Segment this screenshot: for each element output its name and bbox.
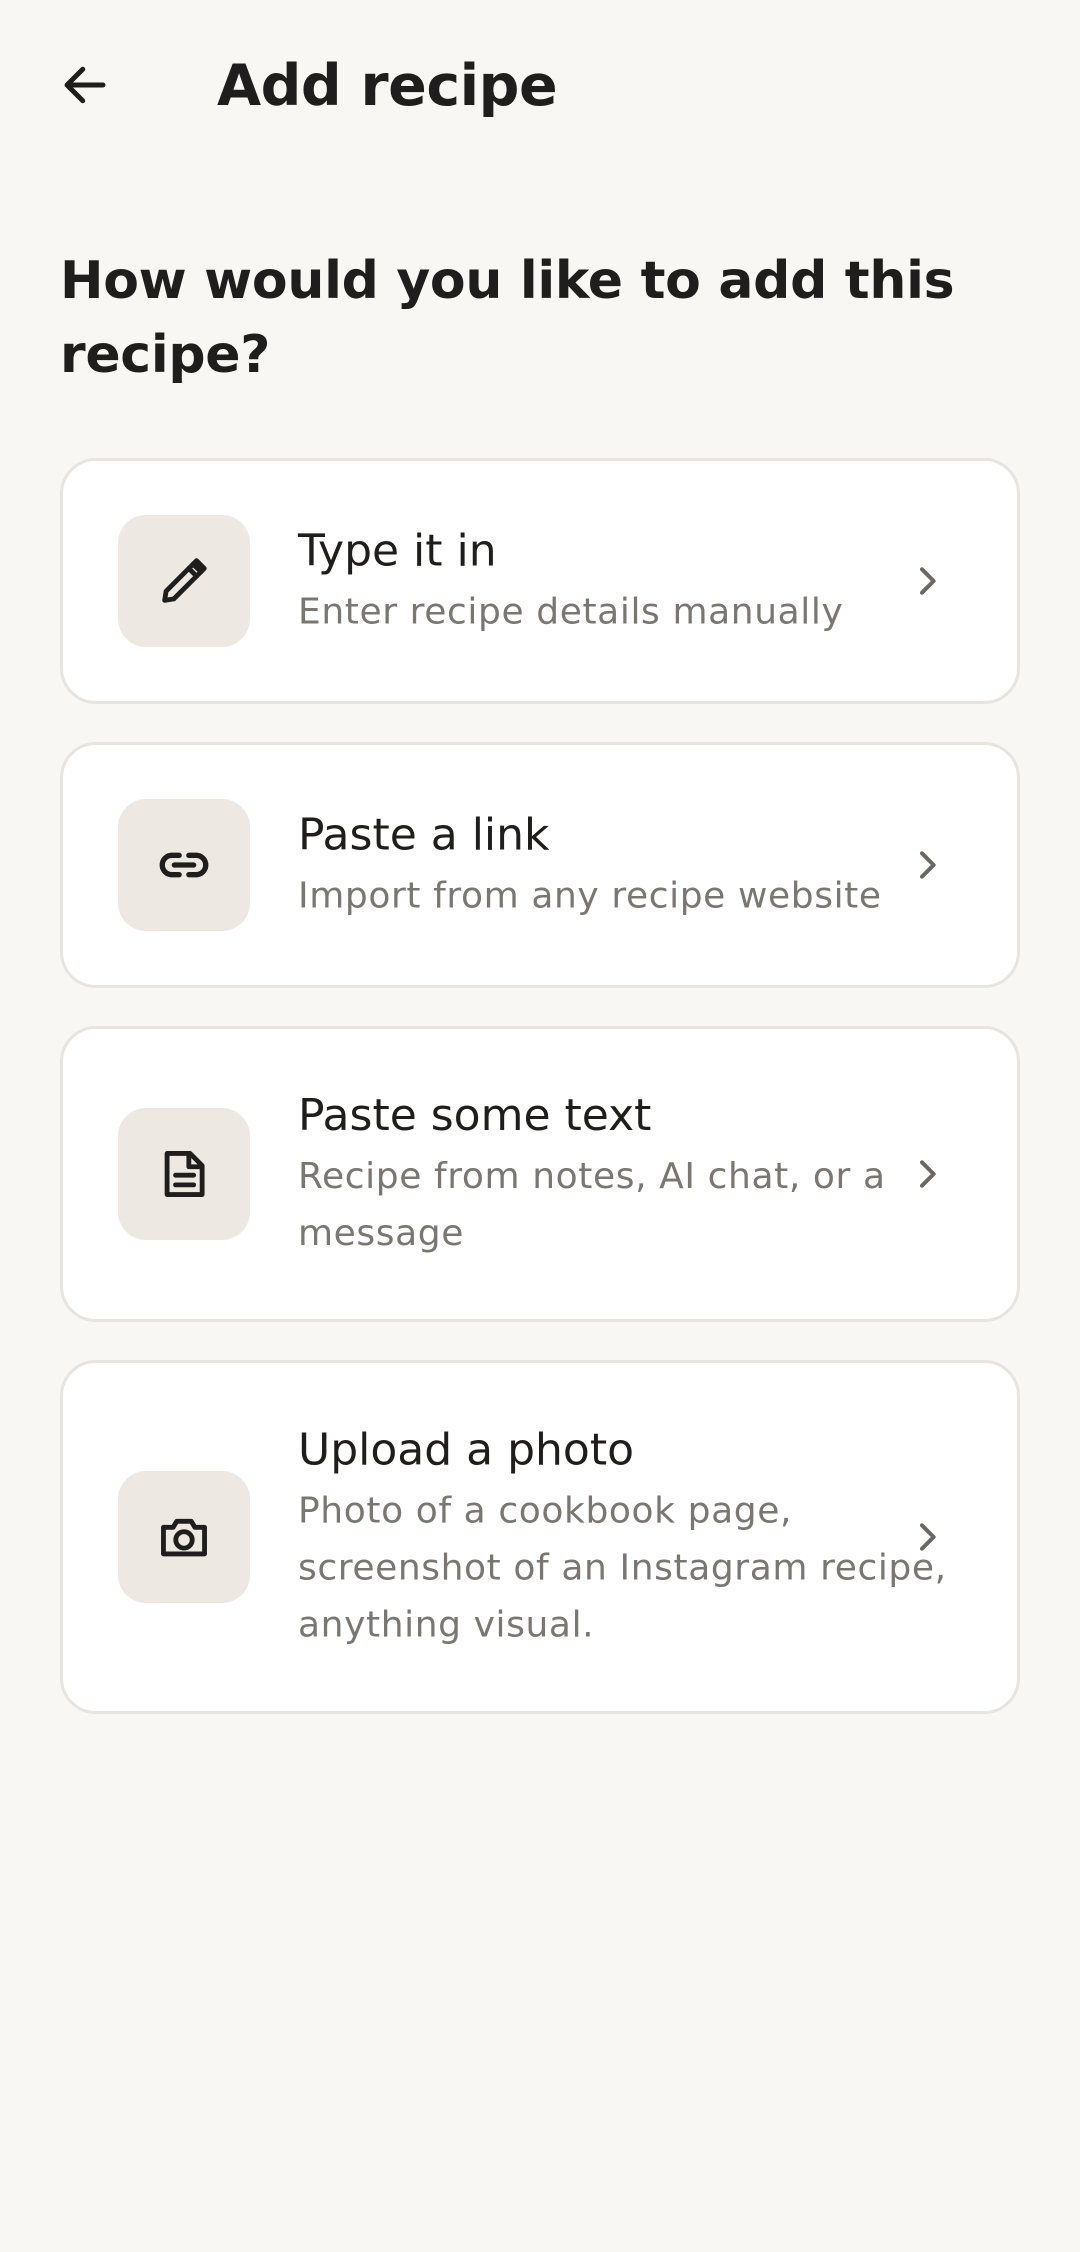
arrow-left-icon (64, 66, 106, 104)
option-title: Type it in (298, 525, 497, 577)
option-icon-tile (118, 799, 250, 931)
option-paste-link[interactable]: Paste a link Import from any recipe webs… (60, 742, 1020, 988)
pencil-icon (162, 558, 207, 603)
option-description: Recipe from notes, AI chat, or a message (298, 1156, 886, 1254)
option-title: Paste a link (298, 809, 550, 861)
link-icon (159, 852, 209, 878)
option-icon-tile (118, 1108, 250, 1240)
option-title: Upload a photo (298, 1424, 635, 1476)
chevron-right-icon (920, 1523, 936, 1551)
chevron-right-icon (920, 1160, 936, 1188)
chevron-right-icon (920, 851, 936, 879)
option-description: Enter recipe details manually (298, 591, 844, 633)
chevron-right-icon (920, 567, 936, 595)
option-description: Photo of a cookbook page, screenshot of … (298, 1490, 947, 1646)
top-bar: Add recipe (0, 0, 1080, 172)
camera-icon (161, 1518, 207, 1557)
option-paste-text[interactable]: Paste some text Recipe from notes, AI ch… (60, 1026, 1020, 1322)
back-button[interactable] (40, 40, 130, 130)
page-title: Add recipe (217, 53, 558, 119)
option-upload-photo[interactable]: Upload a photo Photo of a cookbook page,… (60, 1360, 1020, 1714)
question-heading: How would you like to add this recipe? (60, 251, 955, 385)
option-type-it-in[interactable]: Type it in Enter recipe details manually (60, 458, 1020, 704)
add-method-list: Type it in Enter recipe details manually… (60, 458, 1020, 1752)
option-icon-tile (118, 515, 250, 647)
option-description: Import from any recipe website (298, 875, 882, 917)
option-title: Paste some text (298, 1090, 652, 1141)
document-icon (164, 1151, 205, 1197)
option-icon-tile (118, 1471, 250, 1603)
